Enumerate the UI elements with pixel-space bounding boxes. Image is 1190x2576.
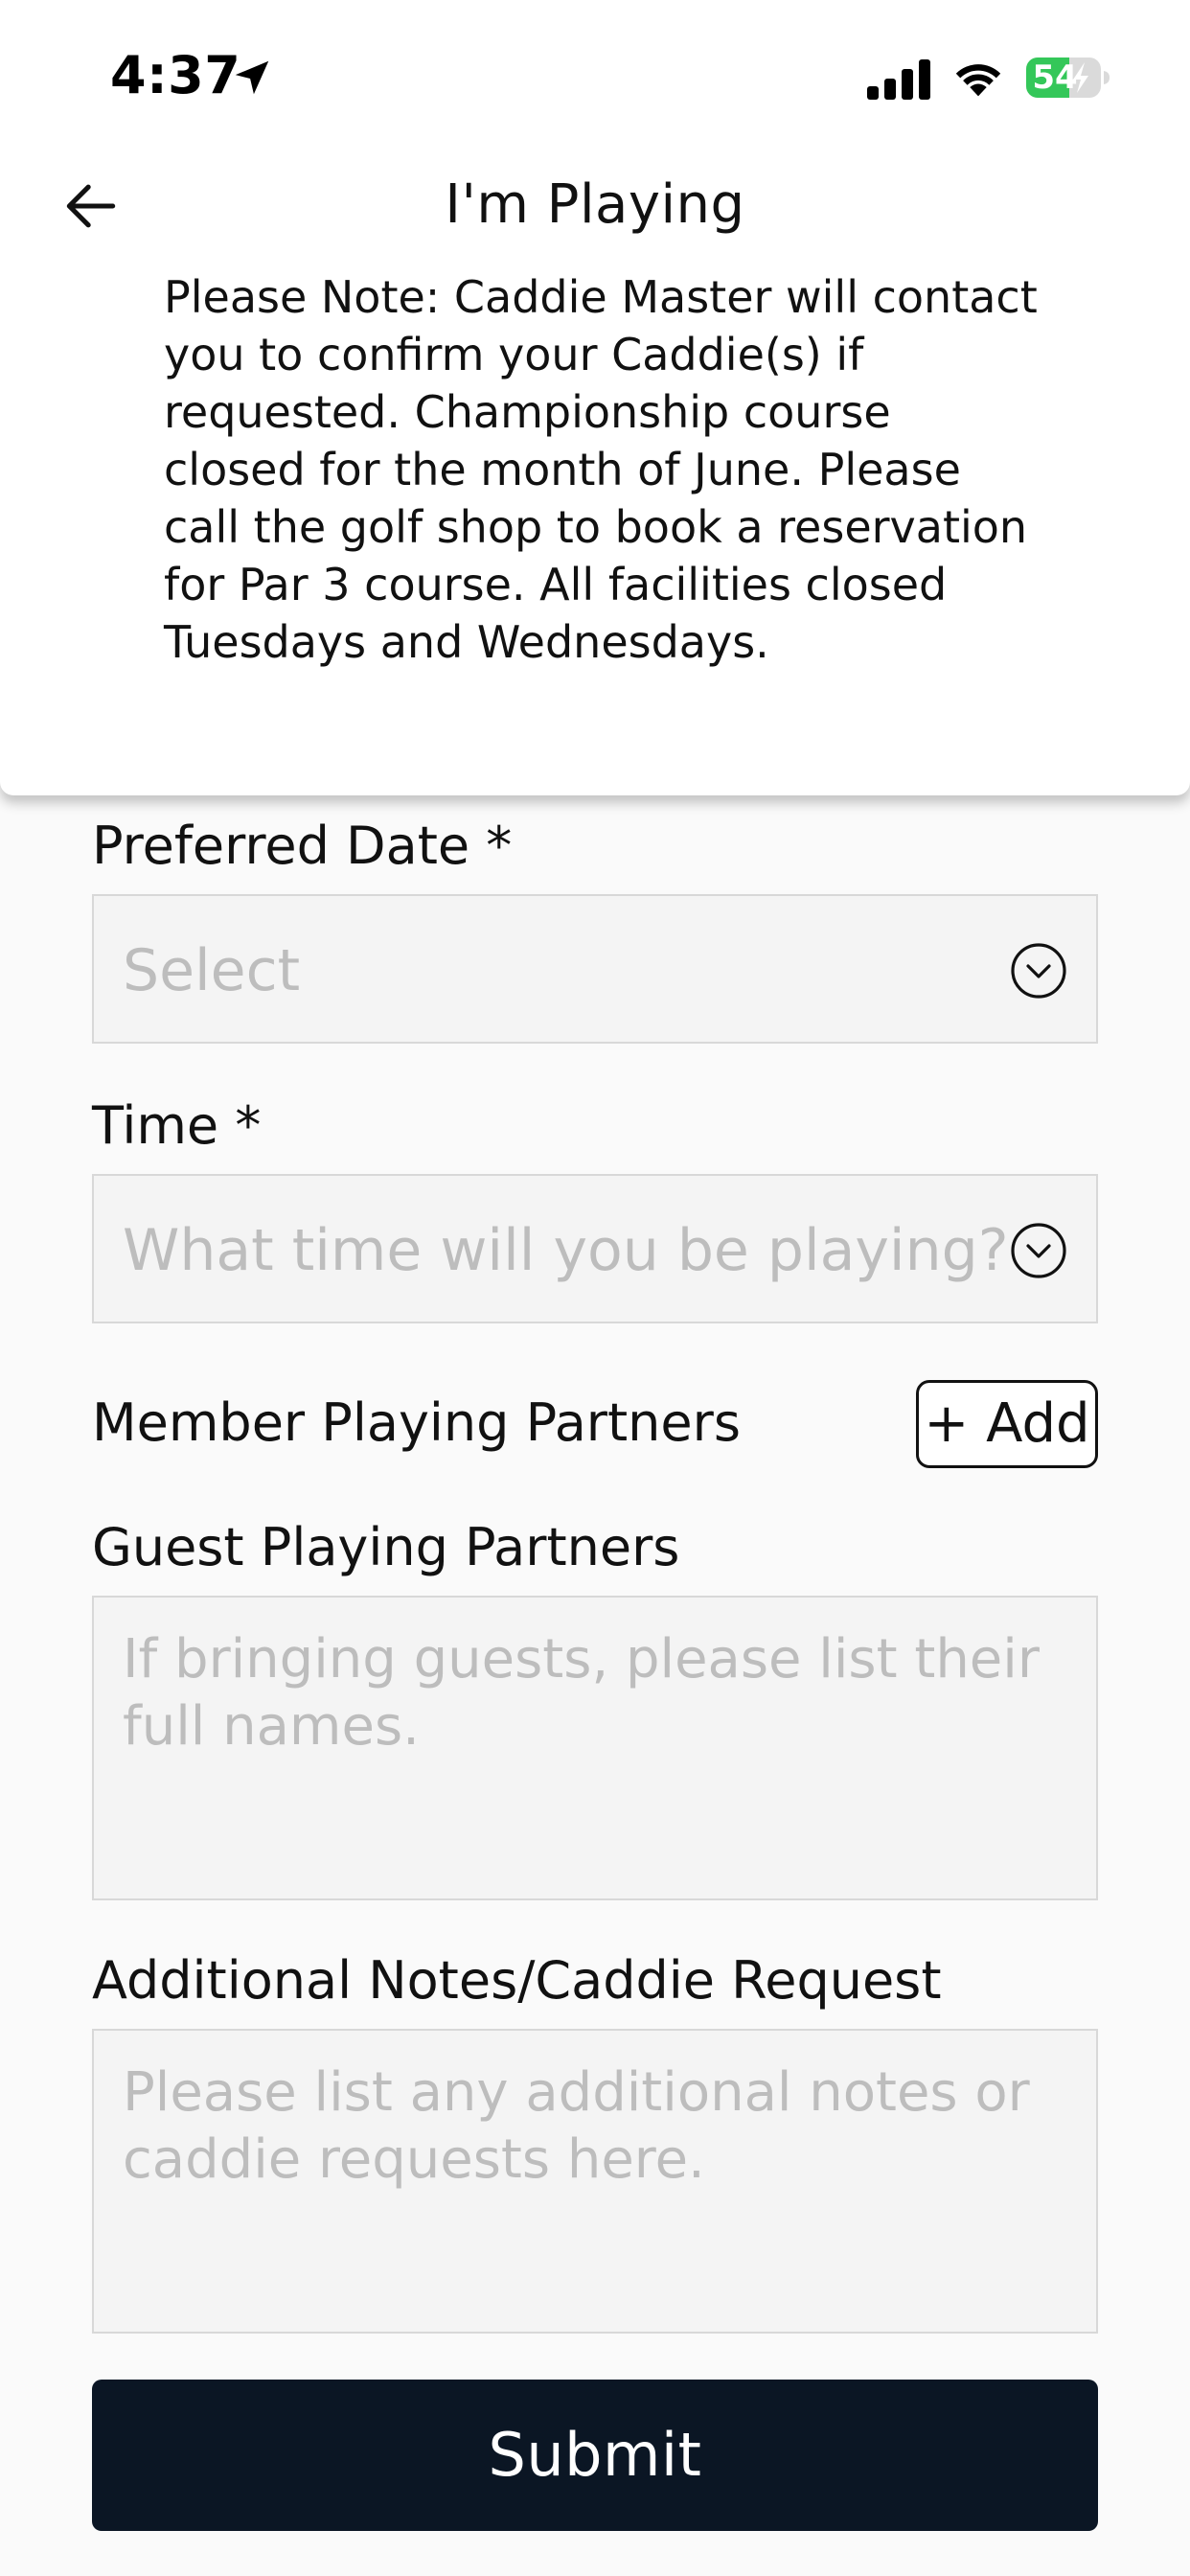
additional-notes-label: Additional Notes/Caddie Request: [92, 1950, 942, 2011]
chevron-down-circle-icon: [1011, 943, 1066, 999]
preferred-date-label: Preferred Date *: [92, 816, 513, 876]
im-playing-screen: 4:37 54 I'm Playing Please Note: Caddie …: [0, 0, 1190, 2576]
chevron-down-circle-icon: [1011, 1223, 1066, 1278]
wifi-icon: [955, 64, 1001, 97]
guest-partners-placeholder: If bringing guests, please list their fu…: [123, 1628, 1040, 1758]
preferred-date-placeholder: Select: [123, 937, 301, 1004]
signal-icon: [867, 59, 930, 100]
preferred-date-select[interactable]: Select: [92, 894, 1098, 1044]
location-arrow-icon: [235, 60, 269, 95]
status-time: 4:37: [110, 45, 241, 105]
additional-notes-textarea[interactable]: Please list any additional notes or cadd…: [92, 2029, 1098, 2334]
time-select[interactable]: What time will you be playing?: [92, 1174, 1098, 1323]
add-member-button[interactable]: + Add: [916, 1380, 1098, 1468]
header-card: 4:37 54 I'm Playing Please Note: Caddie …: [0, 0, 1190, 795]
time-label: Time *: [92, 1095, 262, 1156]
guest-partners-textarea[interactable]: If bringing guests, please list their fu…: [92, 1596, 1098, 1900]
battery-level-text: 54: [1032, 58, 1078, 97]
submit-button[interactable]: Submit: [92, 2380, 1098, 2531]
status-bar: 4:37 54: [0, 0, 1190, 153]
time-placeholder: What time will you be playing?: [123, 1217, 1009, 1284]
member-partners-label: Member Playing Partners: [92, 1392, 741, 1453]
notice-text: Please Note: Caddie Master will contact …: [164, 271, 1038, 668]
guest-partners-label: Guest Playing Partners: [92, 1517, 680, 1577]
additional-notes-placeholder: Please list any additional notes or cadd…: [123, 2061, 1030, 2191]
page-title: I'm Playing: [445, 173, 745, 236]
